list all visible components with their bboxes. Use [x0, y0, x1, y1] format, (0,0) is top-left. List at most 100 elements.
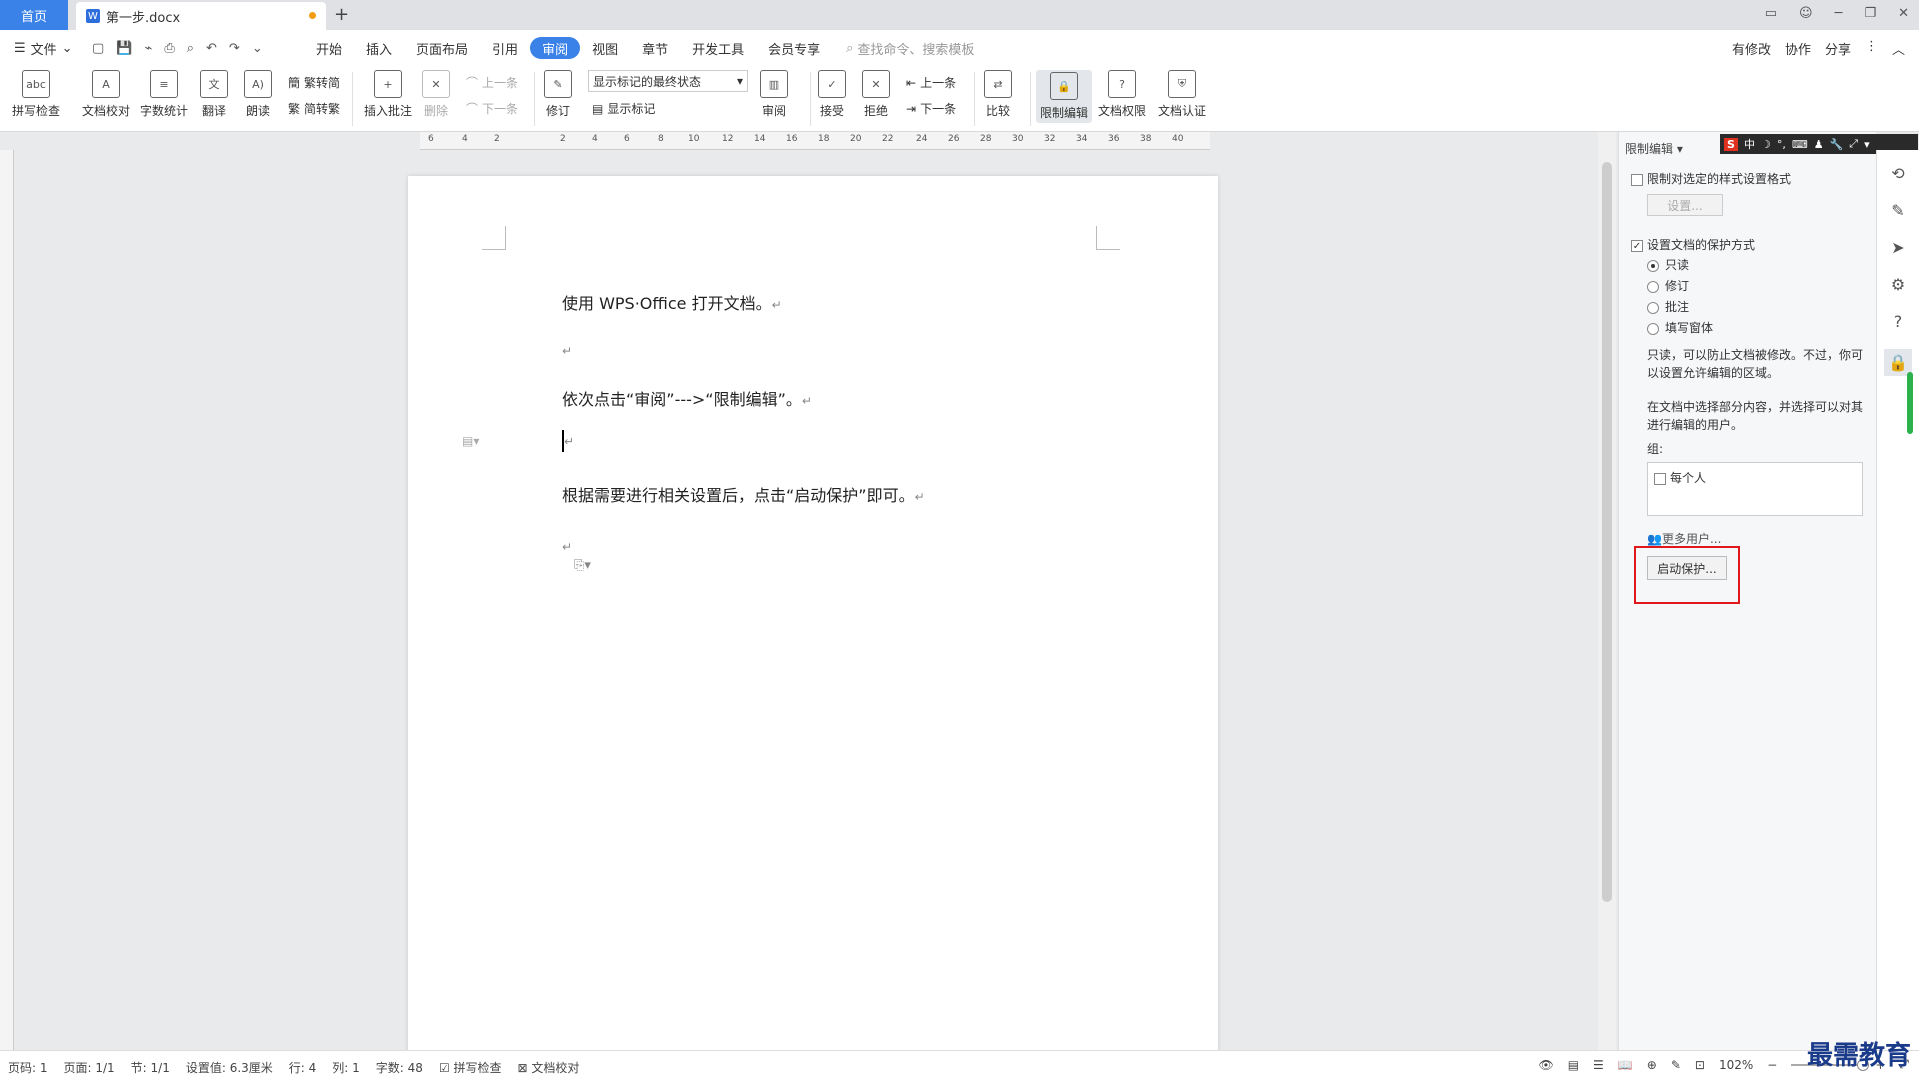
document-page[interactable]: 使用 WPS·Office 打开文档。↵ ↵ 依次点击“审阅”--->“限制编辑… — [408, 176, 1218, 1056]
vertical-ruler[interactable] — [0, 150, 14, 1050]
status-setting[interactable]: 设置值: 6.3厘米 — [186, 1059, 273, 1076]
tab-page-layout[interactable]: 页面布局 — [404, 37, 480, 59]
eye-protection-icon[interactable]: 👁 — [1538, 1058, 1553, 1072]
select-cursor-icon[interactable]: ➤ — [1891, 238, 1904, 257]
save-icon[interactable]: 💾 — [116, 41, 132, 56]
panel-title[interactable]: 限制编辑 ▾ — [1625, 140, 1683, 157]
delete-comment-button[interactable]: ✕ 删除 — [422, 70, 450, 119]
scrollbar-thumb[interactable] — [1602, 162, 1612, 902]
zoom-level[interactable]: 102% — [1719, 1058, 1753, 1072]
layout-icon[interactable]: ▭ — [1765, 6, 1777, 21]
status-row[interactable]: 行: 4 — [289, 1059, 317, 1076]
tab-home[interactable]: 首页 — [0, 0, 68, 30]
doc-empty-paragraph[interactable]: ↵ — [562, 340, 572, 359]
collaborate-button[interactable]: 协作 — [1785, 39, 1811, 58]
collapse-ribbon-icon[interactable]: ︿ — [1892, 39, 1905, 58]
prev-change-button[interactable]: ⇤ 上一条 — [906, 74, 956, 91]
review-pane-button[interactable]: ▥ 审阅 — [760, 70, 788, 119]
tab-insert[interactable]: 插入 — [354, 37, 404, 59]
status-page[interactable]: 页面: 1/1 — [64, 1059, 115, 1076]
accept-button[interactable]: ✓ 接受 — [818, 70, 846, 119]
doc-paragraph[interactable]: 依次点击“审阅”--->“限制编辑”。↵ — [562, 386, 812, 410]
more-icon[interactable]: ⋮ — [1865, 39, 1878, 58]
word-count-button[interactable]: ≡ 字数统计 — [140, 70, 188, 119]
style-icon[interactable]: ⟲ — [1891, 164, 1904, 183]
page-view-icon[interactable]: ▤ — [1568, 1058, 1579, 1072]
avatar[interactable]: ☺ — [1799, 6, 1813, 21]
track-changes-button[interactable]: ✎ 修订 — [544, 70, 572, 119]
print-icon[interactable]: ⎙ — [164, 41, 174, 56]
customize-icon[interactable]: ⌄ — [252, 41, 263, 56]
tools-icon[interactable]: 🔧 — [1830, 138, 1844, 151]
pen-icon[interactable]: ✎ — [1891, 201, 1904, 220]
doc-cursor-paragraph[interactable]: ↵ — [562, 430, 574, 452]
prev-comment-button[interactable]: ⌒ 上一条 — [466, 74, 518, 91]
reading-view-icon[interactable]: 📖 — [1618, 1058, 1633, 1072]
outline-view-icon[interactable]: ☰ — [1593, 1058, 1604, 1072]
ime-menu-icon[interactable]: ▾ — [1864, 138, 1870, 151]
translate-button[interactable]: 文翻译 — [200, 70, 228, 119]
next-comment-button[interactable]: ⌒ 下一条 — [466, 100, 518, 117]
option-readonly[interactable]: 只读 — [1647, 256, 1689, 273]
status-spell-check[interactable]: ☑ 拼写检查 — [439, 1059, 502, 1076]
print-preview-icon[interactable]: ⌕ — [187, 41, 194, 56]
doc-paragraph[interactable]: 使用 WPS·Office 打开文档。↵ — [562, 290, 782, 314]
settings-sliders-icon[interactable]: ⚙ — [1891, 275, 1905, 294]
next-change-button[interactable]: ⇥ 下一条 — [906, 100, 956, 117]
ime-lang[interactable]: 中 — [1744, 136, 1755, 152]
status-page-code[interactable]: 页码: 1 — [8, 1059, 48, 1076]
web-view-icon[interactable]: ⊕ — [1647, 1058, 1657, 1072]
file-menu[interactable]: ☰ 文件 ⌄ — [0, 39, 80, 58]
spell-check-button[interactable]: abc 拼写检查 — [12, 70, 60, 119]
option-revisions[interactable]: 修订 — [1647, 277, 1689, 294]
tab-developer[interactable]: 开发工具 — [680, 37, 756, 59]
help-icon[interactable]: ? — [1894, 312, 1903, 331]
tab-document[interactable]: W 第一步.docx — [76, 2, 326, 30]
document-certify-button[interactable]: ⛨ 文档认证 — [1158, 70, 1206, 119]
punctuation-icon[interactable]: °, — [1777, 138, 1786, 151]
read-aloud-button[interactable]: A) 朗读 — [244, 70, 272, 119]
more-users-link[interactable]: 👥更多用户... — [1647, 530, 1721, 547]
s2t-button[interactable]: 繁简转繁 — [288, 100, 340, 117]
everyone-checkbox[interactable]: 每个人 — [1654, 469, 1706, 486]
zoom-out-button[interactable]: − — [1767, 1058, 1777, 1072]
protect-mode-checkbox[interactable]: ✓ 设置文档的保护方式 — [1631, 236, 1755, 253]
option-comments[interactable]: 批注 — [1647, 298, 1689, 315]
changes-button[interactable]: 有修改 — [1732, 39, 1771, 58]
format-settings-button[interactable]: 设置... — [1647, 194, 1723, 216]
skin-icon[interactable]: ♟ — [1814, 138, 1824, 151]
share-button[interactable]: 分享 — [1825, 39, 1851, 58]
tab-references[interactable]: 引用 — [480, 37, 530, 59]
status-section[interactable]: 节: 1/1 — [131, 1059, 170, 1076]
status-words[interactable]: 字数: 48 — [376, 1059, 423, 1076]
horizontal-ruler[interactable]: 6 4 2 2 4 6 8 10 12 14 16 18 20 22 24 26… — [420, 132, 1210, 150]
status-col[interactable]: 列: 1 — [332, 1059, 360, 1076]
tab-member[interactable]: 会员专享 — [756, 37, 832, 59]
t2s-button[interactable]: 簡繁转简 — [288, 74, 340, 91]
tab-section[interactable]: 章节 — [630, 37, 680, 59]
command-search[interactable]: ⌕ 查找命令、搜索模板 — [846, 39, 974, 58]
new-icon[interactable]: ▢ — [92, 41, 104, 56]
new-tab-button[interactable]: + — [334, 4, 349, 25]
doc-paragraph[interactable]: 根据需要进行相关设置后，点击“启动保护”即可。↵ — [562, 482, 925, 506]
document-permission-button[interactable]: ? 文档权限 — [1098, 70, 1146, 119]
paste-options-icon[interactable]: ⎘▾ — [574, 558, 591, 573]
panel-scroll-indicator[interactable] — [1907, 372, 1913, 434]
pen-mode-icon[interactable]: ✎ — [1671, 1058, 1681, 1072]
option-forms[interactable]: 填写窗体 — [1647, 319, 1713, 336]
moon-icon[interactable]: ☽ — [1761, 138, 1771, 151]
tab-view[interactable]: 视图 — [580, 37, 630, 59]
reject-button[interactable]: ✕ 拒绝 — [862, 70, 890, 119]
restrict-editing-button[interactable]: 🔒 限制编辑 — [1036, 70, 1093, 123]
status-proofread[interactable]: ⊠ 文档校对 — [518, 1059, 580, 1076]
insert-comment-button[interactable]: + 插入批注 — [364, 70, 412, 119]
minimize-button[interactable]: ─ — [1835, 6, 1843, 21]
tab-review[interactable]: 审阅 — [530, 37, 581, 59]
redo-icon[interactable]: ↷ — [229, 41, 240, 56]
tab-start[interactable]: 开始 — [304, 37, 354, 59]
doc-empty-paragraph[interactable]: ↵ — [562, 536, 572, 555]
expand-icon[interactable]: ⤢ — [1849, 137, 1858, 151]
proofread-button[interactable]: A 文档校对 — [82, 70, 130, 119]
keyboard-icon[interactable]: ⌨ — [1792, 138, 1808, 151]
compare-button[interactable]: ⇄ 比较 — [984, 70, 1012, 119]
